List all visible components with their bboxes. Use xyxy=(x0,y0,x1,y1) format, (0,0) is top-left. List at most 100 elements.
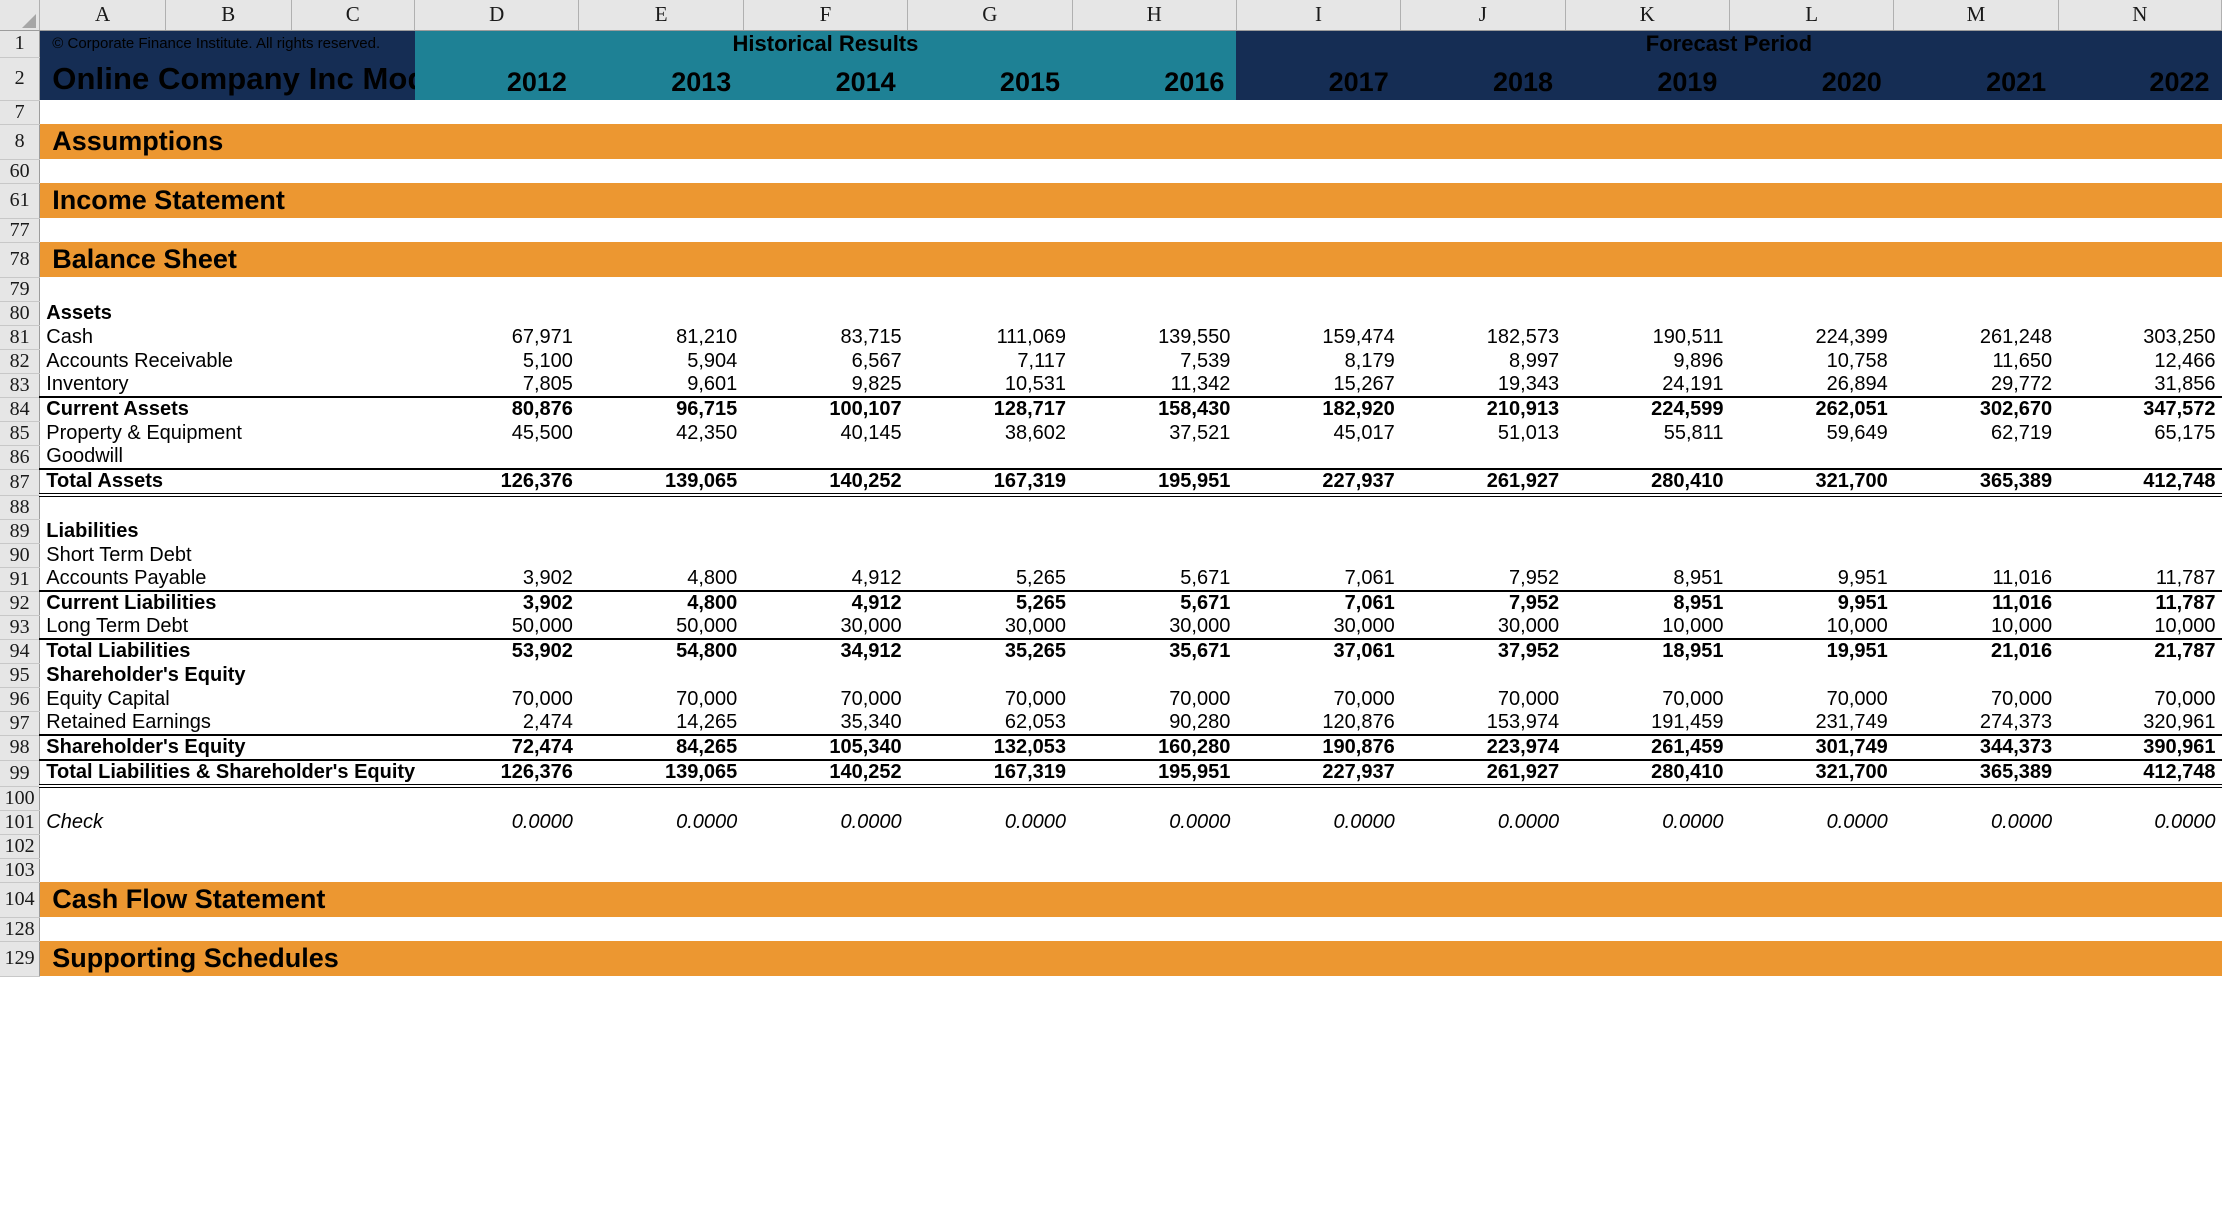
year-header-2019[interactable]: 2019 xyxy=(1565,57,1730,100)
cell-short-term-debt-2018[interactable] xyxy=(1401,543,1565,567)
row-number-84[interactable]: 84 xyxy=(0,397,41,422)
cell-total-liabilities-2022[interactable]: 21,787 xyxy=(2058,638,2222,663)
cell-assets-2017[interactable] xyxy=(1236,301,1400,325)
cell-equity-capital-2022[interactable]: 70,000 xyxy=(2058,687,2221,711)
cell-inventory-2014[interactable]: 9,825 xyxy=(743,373,907,397)
cell-property-equipment-2021[interactable]: 62,719 xyxy=(1894,421,2058,445)
cell-long-term-debt-2012[interactable]: 50,000 xyxy=(415,615,579,639)
cell-shareholder-s-equity-2018[interactable] xyxy=(1401,663,1565,687)
cell-liabilities-2015[interactable] xyxy=(908,519,1072,543)
cell-total-liabilities-shareholder-s-equity-2015[interactable]: 167,319 xyxy=(907,759,1072,788)
cell-short-term-debt-2019[interactable] xyxy=(1565,543,1729,567)
cell-long-term-debt-2015[interactable]: 30,000 xyxy=(908,615,1072,639)
cell-long-term-debt-2019[interactable]: 10,000 xyxy=(1565,615,1729,639)
cell-total-assets-2021[interactable]: 365,389 xyxy=(1893,468,2059,497)
cell-inventory-2017[interactable]: 15,267 xyxy=(1236,373,1400,397)
row-number-2[interactable]: 2 xyxy=(0,57,41,101)
cell-assets-2021[interactable] xyxy=(1894,301,2058,325)
cell-shareholder-s-equity-2015[interactable]: 132,053 xyxy=(907,734,1072,760)
cell-total-liabilities-2015[interactable]: 35,265 xyxy=(907,638,1072,663)
year-header-2020[interactable]: 2020 xyxy=(1729,57,1894,100)
cell-accounts-receivable-2020[interactable]: 10,758 xyxy=(1729,349,1893,373)
cell-accounts-payable-2019[interactable]: 8,951 xyxy=(1565,567,1729,591)
cell-accounts-payable-2018[interactable]: 7,952 xyxy=(1401,567,1565,591)
cell-retained-earnings-2013[interactable]: 14,265 xyxy=(579,711,743,735)
cell-total-liabilities-shareholder-s-equity-2021[interactable]: 365,389 xyxy=(1893,759,2059,788)
cell-inventory-2013[interactable]: 9,601 xyxy=(579,373,743,397)
cell-total-liabilities-shareholder-s-equity-2014[interactable]: 140,252 xyxy=(743,759,908,788)
cell-shareholder-s-equity-2020[interactable] xyxy=(1729,663,1893,687)
cell-shareholder-s-equity-2019[interactable]: 261,459 xyxy=(1565,734,1730,760)
cell-liabilities-2012[interactable] xyxy=(415,519,579,543)
cell-liabilities-2014[interactable] xyxy=(743,519,907,543)
cell-assets-2022[interactable] xyxy=(2058,301,2221,325)
year-header-2022[interactable]: 2022 xyxy=(2058,57,2222,100)
year-header-2021[interactable]: 2021 xyxy=(1893,57,2059,100)
cell-check-2021[interactable]: 0.0000 xyxy=(1894,810,2058,834)
row-number-100[interactable]: 100 xyxy=(0,786,41,811)
cell-check-2016[interactable]: 0.0000 xyxy=(1072,810,1236,834)
cell-short-term-debt-2014[interactable] xyxy=(743,543,907,567)
column-header-i[interactable]: I xyxy=(1236,0,1402,31)
year-header-2014[interactable]: 2014 xyxy=(743,57,908,100)
column-header-k[interactable]: K xyxy=(1565,0,1730,31)
year-header-2018[interactable]: 2018 xyxy=(1400,57,1566,100)
row-number-92[interactable]: 92 xyxy=(0,591,41,616)
cell-current-assets-2022[interactable]: 347,572 xyxy=(2058,396,2222,421)
row-number-128[interactable]: 128 xyxy=(0,917,41,942)
cell-accounts-payable-2022[interactable]: 11,787 xyxy=(2058,567,2221,591)
cell-current-liabilities-2015[interactable]: 5,265 xyxy=(907,590,1072,615)
cell-shareholder-s-equity-2013[interactable] xyxy=(579,663,743,687)
row-number-88[interactable]: 88 xyxy=(0,495,41,520)
cell-shareholder-s-equity-2014[interactable]: 105,340 xyxy=(743,734,908,760)
cell-total-assets-2019[interactable]: 280,410 xyxy=(1565,468,1730,497)
cell-shareholder-s-equity-2014[interactable] xyxy=(743,663,907,687)
cell-retained-earnings-2021[interactable]: 274,373 xyxy=(1894,711,2058,735)
cell-goodwill-2018[interactable] xyxy=(1401,445,1565,469)
cell-short-term-debt-2022[interactable] xyxy=(2058,543,2221,567)
cell-check-2019[interactable]: 0.0000 xyxy=(1565,810,1729,834)
row-number-61[interactable]: 61 xyxy=(0,183,41,219)
cell-shareholder-s-equity-2020[interactable]: 301,749 xyxy=(1729,734,1894,760)
row-number-99[interactable]: 99 xyxy=(0,760,41,787)
cell-current-liabilities-2017[interactable]: 7,061 xyxy=(1236,590,1401,615)
row-number-86[interactable]: 86 xyxy=(0,445,41,470)
cell-total-liabilities-shareholder-s-equity-2016[interactable]: 195,951 xyxy=(1072,759,1237,788)
cell-inventory-2015[interactable]: 10,531 xyxy=(908,373,1072,397)
cell-inventory-2012[interactable]: 7,805 xyxy=(415,373,579,397)
year-header-2013[interactable]: 2013 xyxy=(578,57,744,100)
cell-total-liabilities-shareholder-s-equity-2022[interactable]: 412,748 xyxy=(2058,759,2222,788)
cell-cash-2014[interactable]: 83,715 xyxy=(743,325,907,349)
cell-total-liabilities-2021[interactable]: 21,016 xyxy=(1893,638,2059,663)
cell-retained-earnings-2014[interactable]: 35,340 xyxy=(743,711,907,735)
cell-check-2012[interactable]: 0.0000 xyxy=(415,810,579,834)
cell-goodwill-2013[interactable] xyxy=(579,445,743,469)
cell-assets-2014[interactable] xyxy=(743,301,907,325)
cell-total-assets-2020[interactable]: 321,700 xyxy=(1729,468,1894,497)
cell-property-equipment-2015[interactable]: 38,602 xyxy=(908,421,1072,445)
cell-total-liabilities-2013[interactable]: 54,800 xyxy=(578,638,744,663)
cell-accounts-payable-2012[interactable]: 3,902 xyxy=(415,567,579,591)
cell-long-term-debt-2017[interactable]: 30,000 xyxy=(1236,615,1400,639)
cell-total-assets-2016[interactable]: 195,951 xyxy=(1072,468,1237,497)
cell-shareholder-s-equity-2017[interactable]: 190,876 xyxy=(1236,734,1401,760)
row-number-94[interactable]: 94 xyxy=(0,639,41,664)
cell-short-term-debt-2020[interactable] xyxy=(1729,543,1893,567)
cell-equity-capital-2013[interactable]: 70,000 xyxy=(579,687,743,711)
cell-retained-earnings-2018[interactable]: 153,974 xyxy=(1401,711,1565,735)
cell-liabilities-2021[interactable] xyxy=(1894,519,2058,543)
cell-liabilities-2016[interactable] xyxy=(1072,519,1236,543)
cell-current-liabilities-2019[interactable]: 8,951 xyxy=(1565,590,1730,615)
column-header-n[interactable]: N xyxy=(2058,0,2222,31)
row-number-60[interactable]: 60 xyxy=(0,159,41,184)
cell-current-liabilities-2016[interactable]: 5,671 xyxy=(1072,590,1237,615)
cell-total-assets-2022[interactable]: 412,748 xyxy=(2058,468,2222,497)
cell-total-assets-2014[interactable]: 140,252 xyxy=(743,468,908,497)
cell-long-term-debt-2016[interactable]: 30,000 xyxy=(1072,615,1236,639)
cell-accounts-receivable-2017[interactable]: 8,179 xyxy=(1236,349,1400,373)
cell-inventory-2016[interactable]: 11,342 xyxy=(1072,373,1236,397)
cell-total-assets-2013[interactable]: 139,065 xyxy=(578,468,744,497)
cell-cash-2015[interactable]: 111,069 xyxy=(908,325,1072,349)
row-number-8[interactable]: 8 xyxy=(0,124,41,160)
row-number-93[interactable]: 93 xyxy=(0,615,41,640)
